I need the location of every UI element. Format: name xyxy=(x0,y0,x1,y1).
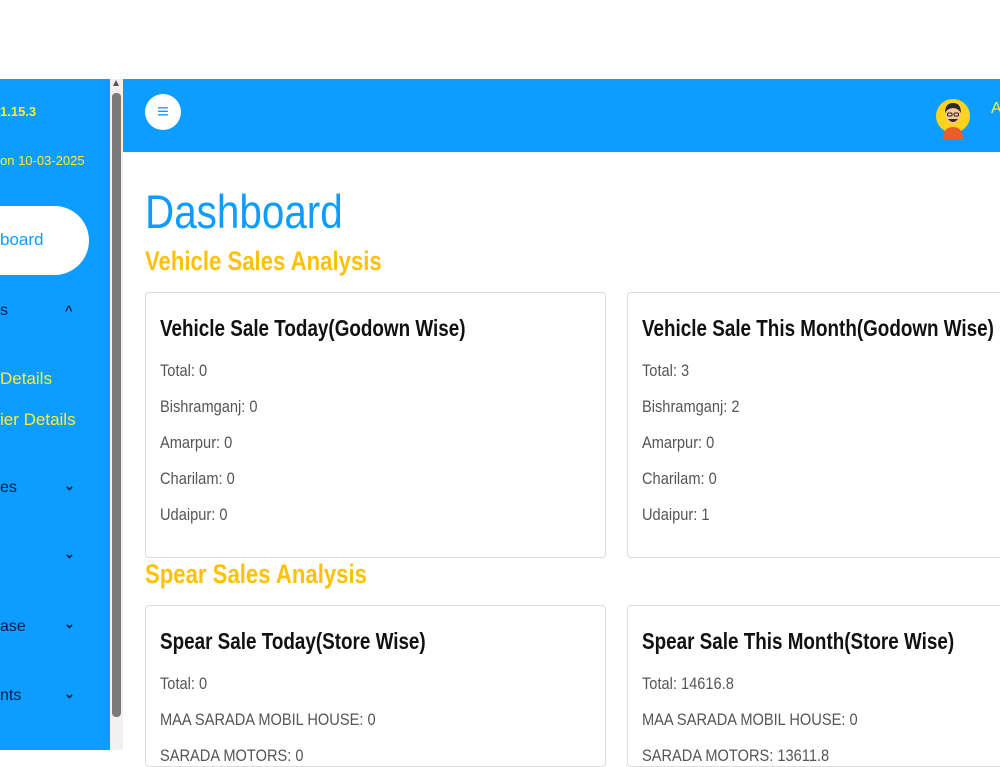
card-line: Charilam: 0 xyxy=(642,469,717,488)
vehicle-sale-today-card: Vehicle Sale Today(Godown Wise) Total: 0… xyxy=(145,292,606,558)
card-line-total: Total: 0 xyxy=(160,674,208,693)
sidebar-item-dashboard[interactable]: board xyxy=(0,206,89,275)
sidebar-subitem-details[interactable]: Details xyxy=(0,369,52,389)
card-line: Udaipur: 0 xyxy=(160,505,228,524)
vehicle-sale-month-card: Vehicle Sale This Month(Godown Wise) Tot… xyxy=(627,292,1000,558)
card-line: MAA SARADA MOBIL HOUSE: 0 xyxy=(160,710,376,729)
card-line: SARADA MOTORS: 0 xyxy=(160,746,304,765)
spear-sale-month-card: Spear Sale This Month(Store Wise) Total:… xyxy=(627,605,1000,767)
sidebar-item-label: board xyxy=(0,230,44,249)
sidebar-item-label[interactable]: s xyxy=(0,302,8,320)
card-line: Udaipur: 1 xyxy=(642,505,710,524)
chevron-down-icon[interactable]: ⌄ xyxy=(64,616,75,632)
spear-sale-today-card: Spear Sale Today(Store Wise) Total: 0 MA… xyxy=(145,605,606,767)
page-title: Dashboard xyxy=(145,185,343,238)
scroll-up-icon[interactable] xyxy=(113,80,119,86)
card-line-total: Total: 3 xyxy=(642,361,690,380)
sidebar-item-label[interactable]: nts xyxy=(0,687,21,705)
spear-sales-heading: Spear Sales Analysis xyxy=(145,559,367,589)
chevron-up-icon[interactable]: ^ xyxy=(65,303,73,318)
card-line: Bishramganj: 2 xyxy=(642,397,740,416)
card-title: Spear Sale This Month(Store Wise) xyxy=(642,628,955,654)
hamburger-icon: ≡ xyxy=(157,101,169,123)
chevron-down-icon[interactable]: ⌄ xyxy=(64,546,75,562)
card-line: SARADA MOTORS: 13611.8 xyxy=(642,746,830,765)
card-line: Amarpur: 0 xyxy=(642,433,715,452)
sidebar-item-label[interactable]: ase xyxy=(0,618,26,636)
card-title: Spear Sale Today(Store Wise) xyxy=(160,628,426,654)
card-line: MAA SARADA MOBIL HOUSE: 0 xyxy=(642,710,858,729)
user-avatar-icon[interactable] xyxy=(936,90,970,140)
app-version: 1.15.3 xyxy=(0,104,37,119)
sidebar-scrollbar[interactable] xyxy=(110,79,123,750)
card-line: Charilam: 0 xyxy=(160,469,235,488)
sidebar-subitem-supplier-details[interactable]: ier Details xyxy=(0,410,76,430)
top-bar: ≡ A xyxy=(123,79,1000,152)
card-line: Bishramganj: 0 xyxy=(160,397,258,416)
menu-toggle-button[interactable]: ≡ xyxy=(145,94,181,130)
chevron-down-icon[interactable]: ⌄ xyxy=(64,478,75,494)
vehicle-sales-heading: Vehicle Sales Analysis xyxy=(145,246,382,276)
card-line: Amarpur: 0 xyxy=(160,433,233,452)
sidebar-item-label[interactable]: es xyxy=(0,479,17,497)
chevron-down-icon[interactable]: ⌄ xyxy=(64,686,75,702)
card-line-total: Total: 0 xyxy=(160,361,208,380)
user-name[interactable]: A xyxy=(991,100,1000,118)
card-title: Vehicle Sale Today(Godown Wise) xyxy=(160,315,466,341)
scroll-thumb[interactable] xyxy=(112,93,121,717)
last-updated: on 10-03-2025 xyxy=(0,153,85,168)
card-line-total: Total: 14616.8 xyxy=(642,674,734,693)
card-title: Vehicle Sale This Month(Godown Wise) xyxy=(642,315,994,341)
